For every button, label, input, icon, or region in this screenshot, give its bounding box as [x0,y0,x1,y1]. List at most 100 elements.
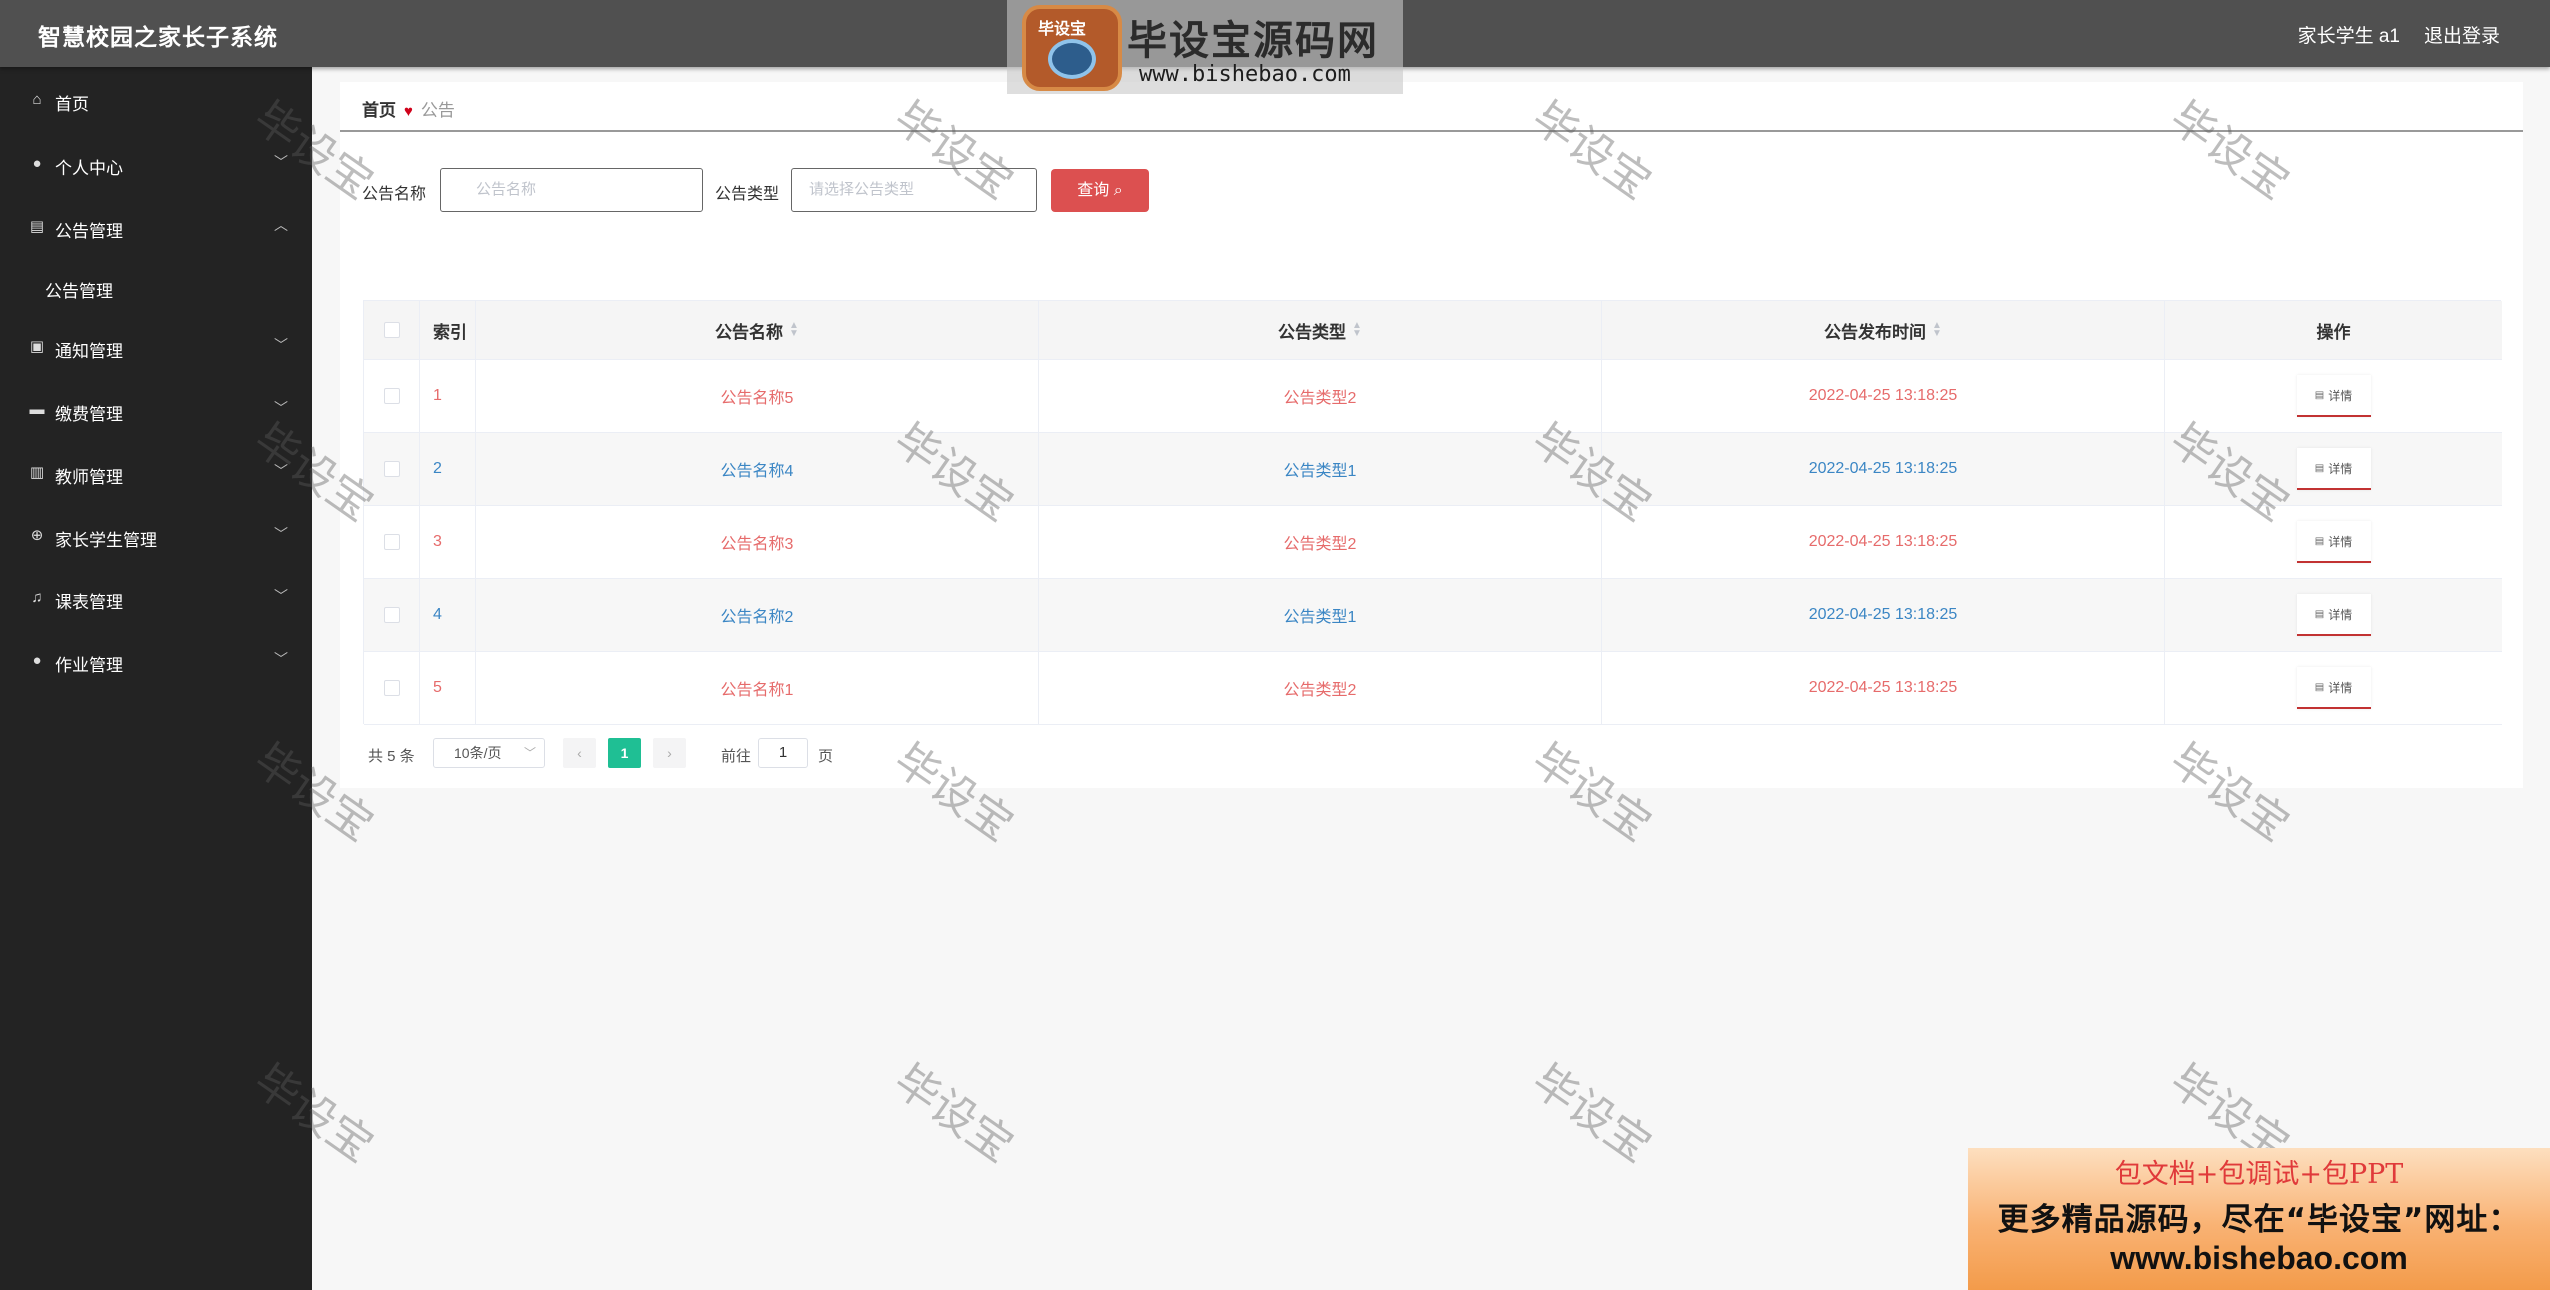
detail-button-label: 详情 [2328,680,2353,695]
chevron-down-icon: ﹀ [274,526,288,542]
detail-button[interactable]: ▤ 详情 [2296,448,2371,490]
sidebar-item-label: 通知管理 [55,342,123,361]
row-checkbox[interactable] [383,680,400,696]
breadcrumb-divider [340,130,2523,132]
page-size-select[interactable]: 10条/页 ﹀ [433,738,545,768]
select-all-cell [364,301,420,359]
current-user-label: 家长学生 a1 [2297,26,2400,47]
row-checkbox[interactable] [383,534,400,550]
goto-page-input[interactable]: 1 [758,738,808,768]
search-icon: ⌕ [1113,182,1123,199]
chevron-down-icon: ﹀ [274,337,288,353]
row-select-cell [364,652,420,724]
breadcrumb-current: 公告 [420,101,455,120]
chevron-down-icon: ﹀ [274,400,288,416]
row-checkbox[interactable] [383,607,400,623]
logo-title: 毕设宝源码网 [1127,18,1379,64]
row-time: 2022-04-25 13:18:25 [1602,506,2165,578]
row-checkbox[interactable] [383,388,400,404]
user-icon: ● [32,652,42,669]
column-header-time-label: 公告发布时间 [1824,322,1927,342]
heart-icon: ♥ [404,103,413,120]
breadcrumb: 首页 ♥ 公告 [362,96,455,121]
page-size-value: 10条/页 [454,745,502,761]
row-checkbox[interactable] [383,461,400,477]
table-row: 4 公告名称2 公告类型1 2022-04-25 13:18:25 ▤ 详情 [364,579,2502,652]
column-header-time[interactable]: 公告发布时间 ▲ ▼ [1602,301,2165,359]
column-header-type[interactable]: 公告类型 ▲ ▼ [1039,301,1602,359]
row-actions: ▤ 详情 [2165,433,2502,505]
logout-button[interactable]: 退出登录 [2424,21,2500,48]
breadcrumb-home[interactable]: 首页 [362,101,396,120]
sidebar-item-teachers[interactable]: ▥ 教师管理 ﹀ [0,449,312,499]
row-index: 3 [420,506,476,578]
home-icon: ⌂ [32,91,42,108]
sort-icon: ▲ ▼ [1932,320,1942,339]
sidebar-item-payments[interactable]: ▬ 缴费管理 ﹀ [0,386,312,436]
sidebar-item-label: 家长学生管理 [55,531,157,550]
target-icon: ⊕ [30,527,44,544]
document-icon: ▤ [2314,681,2325,693]
sidebar-item-label: 作业管理 [55,656,123,675]
sidebar-item-homework[interactable]: ● 作业管理 ﹀ [0,637,312,687]
row-name: 公告名称4 [476,433,1039,505]
row-select-cell [364,433,420,505]
row-select-cell [364,579,420,651]
table-row: 2 公告名称4 公告类型1 2022-04-25 13:18:25 ▤ 详情 [364,433,2502,506]
row-type: 公告类型2 [1039,506,1602,578]
chat-icon: ▬ [29,401,45,418]
row-type: 公告类型1 [1039,579,1602,651]
goto-label: 前往 [721,748,752,765]
chart-icon: ▣ [29,338,45,355]
watermark-text: 毕设宝 [884,1054,1023,1173]
sidebar-subitem-announcements[interactable]: 公告管理 [0,264,312,310]
row-type: 公告类型1 [1039,433,1602,505]
document-icon: ▤ [2314,608,2325,620]
prev-page-button[interactable]: ‹ [563,738,596,768]
sidebar-item-label: 首页 [55,95,89,114]
type-filter-select[interactable]: 请选择公告类型 [791,168,1037,212]
document-icon: ▤ [2314,389,2325,401]
sidebar-item-timetable[interactable]: ♫ 课表管理 ﹀ [0,574,312,624]
column-header-actions: 操作 [2316,322,2351,342]
sidebar-item-label: 公告管理 [55,222,123,241]
watermark-text: 毕设宝 [1522,1054,1661,1173]
chevron-down-icon: ﹀ [523,746,536,760]
name-filter-label: 公告名称 [362,186,427,203]
detail-button[interactable]: ▤ 详情 [2296,594,2371,636]
page-number-current[interactable]: 1 [608,738,641,768]
chevron-right-icon: › [667,745,672,761]
row-index: 5 [420,652,476,724]
briefcase-icon: ▤ [29,218,45,235]
detail-button-label: 详情 [2328,388,2353,403]
table-row: 1 公告名称5 公告类型2 2022-04-25 13:18:25 ▤ 详情 [364,360,2502,433]
select-all-checkbox[interactable] [383,322,400,338]
detail-button-label: 详情 [2328,461,2353,476]
detail-button[interactable]: ▤ 详情 [2296,521,2371,563]
logo-badge: 毕设宝 [1022,5,1122,91]
column-header-name[interactable]: 公告名称 ▲ ▼ [476,301,1039,359]
detail-button[interactable]: ▤ 详情 [2296,375,2371,417]
search-button[interactable]: 查询 ⌕ [1051,169,1149,212]
row-actions: ▤ 详情 [2165,506,2502,578]
sidebar-item-profile[interactable]: ● 个人中心 ﹀ [0,140,312,190]
sort-icon: ▲ ▼ [789,320,799,339]
sidebar-item-announcements[interactable]: ▤ 公告管理 ︿ [0,203,312,253]
row-index: 1 [420,360,476,432]
row-name: 公告名称1 [476,652,1039,724]
sidebar-item-notices[interactable]: ▣ 通知管理 ﹀ [0,323,312,373]
chevron-down-icon: ﹀ [274,651,288,667]
table-row: 3 公告名称3 公告类型2 2022-04-25 13:18:25 ▤ 详情 [364,506,2502,579]
sidebar-item-parents-students[interactable]: ⊕ 家长学生管理 ﹀ [0,512,312,562]
document-icon: ▤ [2314,462,2325,474]
row-time: 2022-04-25 13:18:25 [1602,652,2165,724]
sidebar-item-label: 教师管理 [55,468,123,487]
row-actions: ▤ 详情 [2165,579,2502,651]
sidebar-item-home[interactable]: ⌂ 首页 [0,76,312,126]
name-filter-input[interactable]: 公告名称 [440,168,703,212]
detail-button[interactable]: ▤ 详情 [2296,667,2371,709]
row-index: 2 [420,433,476,505]
table-row: 5 公告名称1 公告类型2 2022-04-25 13:18:25 ▤ 详情 [364,652,2502,725]
app-title: 智慧校园之家长子系统 [38,24,278,50]
next-page-button[interactable]: › [653,738,686,768]
